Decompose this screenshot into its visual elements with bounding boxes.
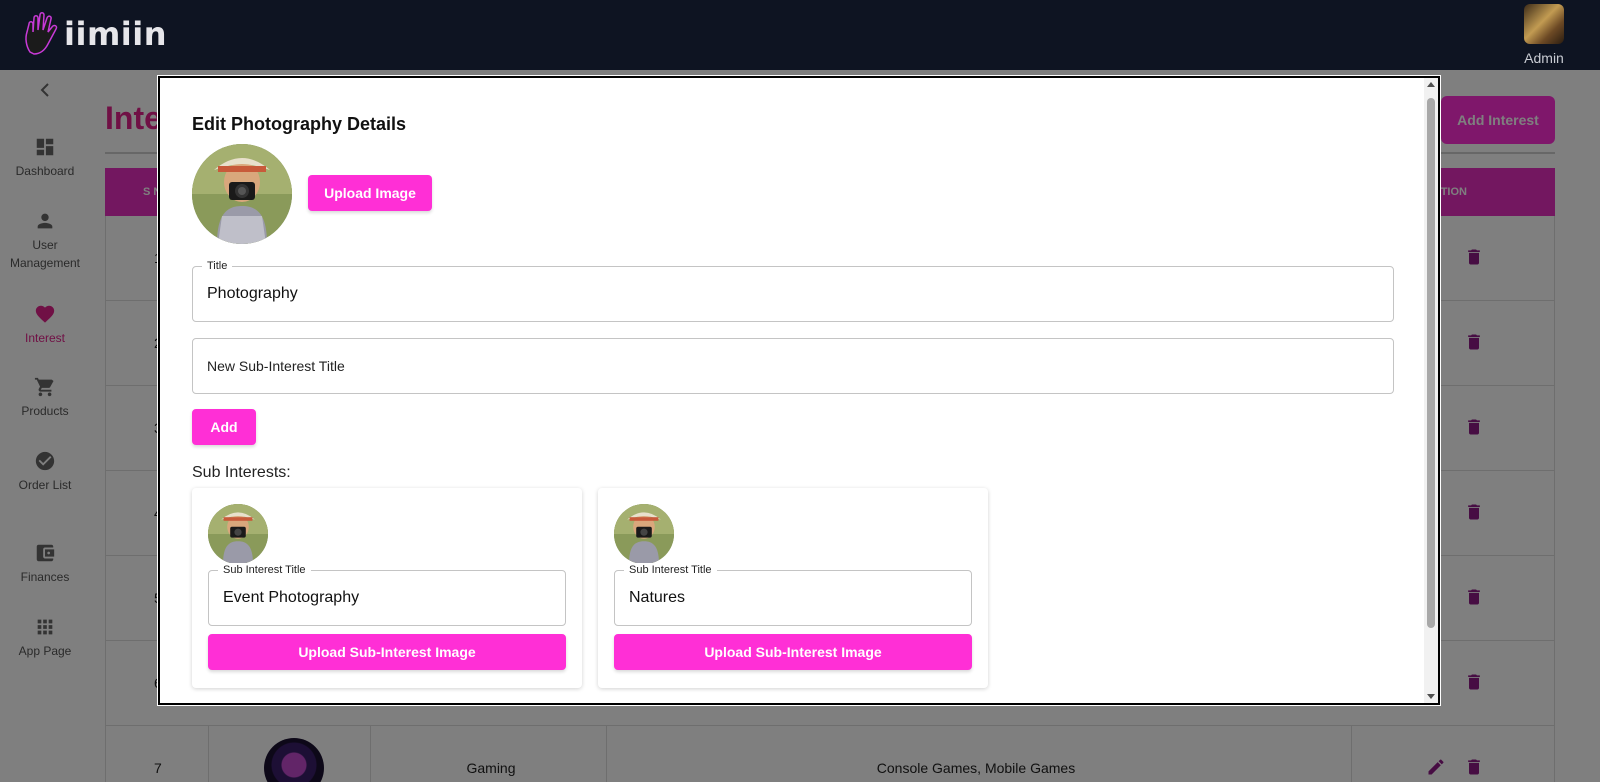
sub-interest-title-field[interactable]: Sub Interest Title Event Photography [208,563,566,626]
sub-interest-title-value: Event Photography [223,589,360,606]
sub-interest-card: Sub Interest Title Event Photography Upl… [192,488,582,688]
brand-name: iimiin [64,15,167,53]
photographer-image-icon [208,504,268,564]
title-field[interactable]: Title Photography [192,259,1394,322]
avatar[interactable] [1524,4,1564,44]
edit-interest-modal: Edit Photography Details Upload Image Ti… [158,76,1440,705]
modal-scrollbar[interactable] [1424,78,1438,703]
top-bar: iimiin Admin [0,0,1600,70]
photographer-image-icon [614,504,674,564]
sub-interest-title-label: Sub Interest Title [218,563,311,577]
sub-interest-card: Sub Interest Title Natures Upload Sub-In… [598,488,988,688]
sub-interest-title-field[interactable]: Sub Interest Title Natures [614,563,972,626]
new-sub-interest-input[interactable]: New Sub-Interest Title [192,338,1394,394]
admin-label: Admin [1524,50,1564,66]
upload-sub-interest-image-button[interactable]: Upload Sub-Interest Image [614,634,972,670]
sub-interest-photo [208,504,268,564]
upload-sub-interest-image-button[interactable]: Upload Sub-Interest Image [208,634,566,670]
title-field-value: Photography [207,285,298,302]
scroll-down-arrow-icon[interactable] [1427,694,1435,699]
admin-profile[interactable]: Admin [1506,4,1582,66]
sub-interest-title-value: Natures [629,589,686,606]
interest-photo [192,144,292,244]
add-sub-interest-button[interactable]: Add [192,409,256,445]
photographer-image-icon [192,144,292,244]
sub-interest-photo [614,504,674,564]
hand-logo-icon [25,12,58,55]
scrollbar-thumb[interactable] [1427,98,1435,628]
new-sub-interest-placeholder: New Sub-Interest Title [207,358,345,374]
title-field-label: Title [202,259,233,273]
sub-interests-heading: Sub Interests: [192,464,291,481]
brand-logo[interactable]: iimiin [22,12,167,56]
scroll-up-arrow-icon[interactable] [1427,82,1435,87]
upload-image-button[interactable]: Upload Image [308,175,432,211]
modal-title: Edit Photography Details [192,114,407,134]
sub-interest-title-label: Sub Interest Title [624,563,717,577]
